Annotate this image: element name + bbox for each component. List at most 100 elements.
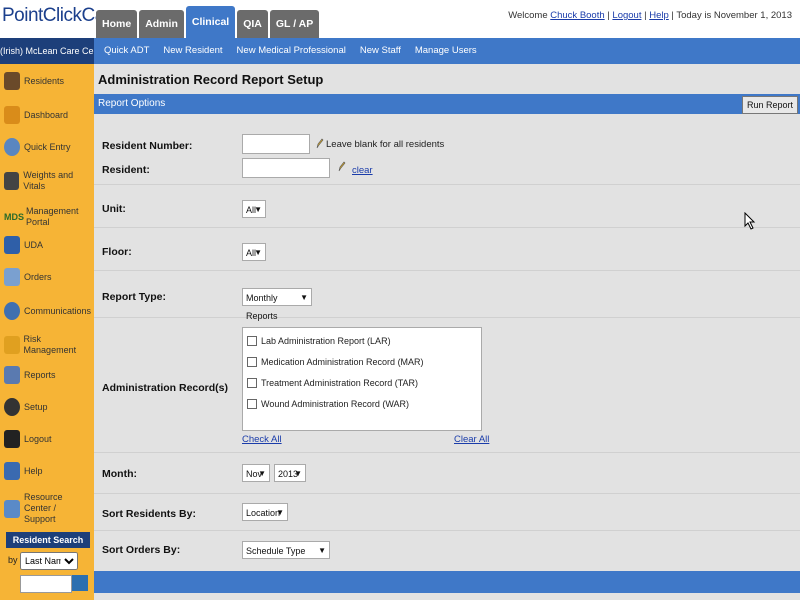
record-checkbox-lar[interactable]: Lab Administration Report (LAR) [247, 336, 391, 346]
pencil-icon[interactable] [338, 161, 346, 172]
sort-residents-row: Sort Residents By: Location ▼ [94, 494, 800, 531]
admin-records-label: Administration Record(s) [102, 382, 229, 394]
chevron-down-icon: ▼ [294, 469, 302, 478]
sidebar-item-weights-vitals[interactable]: Weights and Vitals [4, 170, 94, 192]
manage-users-link[interactable]: Manage Users [415, 38, 477, 64]
resident-search-input[interactable] [20, 575, 72, 593]
mouse-cursor-icon [744, 212, 756, 230]
resident-input[interactable] [242, 158, 330, 178]
month-label: Month: [102, 468, 137, 480]
communications-icon [4, 302, 20, 320]
sidebar-item-label: Residents [24, 75, 65, 86]
sidebar-item-orders[interactable]: Orders [4, 268, 52, 286]
floor-select[interactable]: All ▼ [242, 243, 266, 261]
sidebar-item-label: Orders [24, 271, 52, 282]
record-label: Treatment Administration Record (TAR) [261, 378, 419, 388]
resident-search: Resident Search by Last Name [6, 532, 90, 593]
chevron-down-icon: ▼ [254, 248, 262, 257]
welcome-prefix: Welcome [508, 10, 548, 21]
tab-clinical[interactable]: Clinical [185, 6, 236, 38]
checkbox[interactable] [247, 399, 257, 409]
bottom-bar [94, 571, 800, 593]
sidebar-item-label: Help [24, 465, 43, 476]
resident-search-body: by Last Name [6, 548, 90, 593]
sidebar-item-label: Dashboard [24, 109, 69, 120]
mds-prefix: MDS [4, 211, 24, 222]
quick-links: Quick ADT New Resident New Medical Profe… [104, 38, 477, 64]
search-go-button[interactable] [72, 575, 88, 591]
checkbox[interactable] [247, 357, 257, 367]
run-report-button[interactable]: Run Report [741, 96, 798, 114]
search-by-label: by [8, 555, 18, 565]
user-name-link[interactable]: Chuck Booth [550, 10, 604, 21]
report-type-value: Monthly Reports [246, 293, 278, 321]
sidebar-item-uda[interactable]: UDA [4, 236, 43, 254]
scale-icon [4, 172, 20, 190]
check-all-link[interactable]: Check All [242, 434, 282, 445]
clear-resident-link[interactable]: clear [352, 165, 373, 176]
sidebar-item-resource-center[interactable]: Resource Center / Support [4, 492, 90, 525]
sidebar-item-help[interactable]: Help [4, 462, 43, 480]
new-staff-link[interactable]: New Staff [360, 38, 401, 64]
sort-residents-select[interactable]: Location ▼ [242, 503, 288, 521]
sidebar-item-communications[interactable]: Communications [4, 302, 91, 320]
floor-row: Floor: All ▼ [94, 228, 800, 271]
sort-orders-select[interactable]: Schedule Type ▼ [242, 541, 330, 559]
sidebar-item-logout[interactable]: Logout [4, 430, 52, 448]
sort-residents-value: Location [246, 508, 281, 518]
nav-bar: (Irish) McLean Care Centre Quick ADT New… [0, 38, 800, 64]
uda-icon [4, 236, 20, 254]
month-select[interactable]: Nov ▼ [242, 464, 270, 482]
chevron-down-icon: ▼ [276, 508, 284, 517]
checkbox[interactable] [247, 336, 257, 346]
quick-adt-link[interactable]: Quick ADT [104, 38, 149, 64]
clear-all-link[interactable]: Clear All [454, 434, 489, 445]
tab-admin[interactable]: Admin [139, 10, 184, 38]
report-type-row: Report Type: Monthly Reports ▼ [94, 271, 800, 321]
logout-link[interactable]: Logout [612, 10, 641, 21]
tab-qia[interactable]: QIA [237, 10, 268, 38]
sidebar: Residents Dashboard Quick Entry Weights … [0, 64, 94, 600]
sidebar-item-label: Reports [24, 369, 56, 380]
help-icon [4, 462, 20, 480]
admin-records-list: Lab Administration Report (LAR) Medicati… [242, 327, 482, 431]
warning-icon [4, 336, 20, 354]
sidebar-item-quick-entry[interactable]: Quick Entry [4, 138, 71, 156]
record-checkbox-mar[interactable]: Medication Administration Record (MAR) [247, 357, 424, 367]
tab-gl-ap[interactable]: GL / AP [269, 10, 320, 38]
report-options-bar: Report Options Run Report [94, 94, 800, 114]
unit-row: Unit: All ▼ [94, 185, 800, 228]
sidebar-item-dashboard[interactable]: Dashboard [4, 106, 68, 124]
tab-home[interactable]: Home [96, 10, 138, 38]
record-label: Medication Administration Record (MAR) [261, 357, 424, 367]
record-label: Lab Administration Report (LAR) [261, 336, 391, 346]
pencil-icon[interactable] [316, 138, 324, 149]
sidebar-item-label: Logout [24, 433, 52, 444]
sidebar-item-label: Resource Center / Support [24, 492, 63, 524]
record-label: Wound Administration Record (WAR) [261, 399, 410, 409]
orders-icon [4, 268, 20, 286]
new-resident-link[interactable]: New Resident [163, 38, 222, 64]
sidebar-item-management-portal[interactable]: MDS Management Portal [4, 206, 94, 228]
sidebar-item-residents[interactable]: Residents [4, 72, 64, 90]
record-checkbox-tar[interactable]: Treatment Administration Record (TAR) [247, 378, 418, 388]
new-medical-professional-link[interactable]: New Medical Professional [237, 38, 346, 64]
facility-name[interactable]: (Irish) McLean Care Centre [0, 38, 94, 64]
date-text: Today is November 1, 2013 [676, 10, 792, 21]
sort-orders-label: Sort Orders By: [102, 544, 181, 556]
sidebar-item-reports[interactable]: Reports [4, 366, 56, 384]
sidebar-item-setup[interactable]: Setup [4, 398, 48, 416]
record-checkbox-war[interactable]: Wound Administration Record (WAR) [247, 399, 409, 409]
dashboard-icon [4, 106, 20, 124]
resident-label: Resident: [102, 164, 150, 176]
sidebar-item-risk-management[interactable]: Risk Management [4, 334, 94, 356]
unit-select[interactable]: All ▼ [242, 200, 266, 218]
main-tabs: Home Admin Clinical QIA GL / AP [96, 6, 320, 38]
resident-number-input[interactable] [242, 134, 310, 154]
main-content: Administration Record Report Setup Repor… [94, 64, 800, 600]
search-by-select[interactable]: Last Name [20, 552, 78, 570]
report-type-select[interactable]: Monthly Reports ▼ [242, 288, 312, 321]
checkbox[interactable] [247, 378, 257, 388]
year-select[interactable]: 2013 ▼ [274, 464, 306, 482]
help-link[interactable]: Help [649, 10, 669, 21]
